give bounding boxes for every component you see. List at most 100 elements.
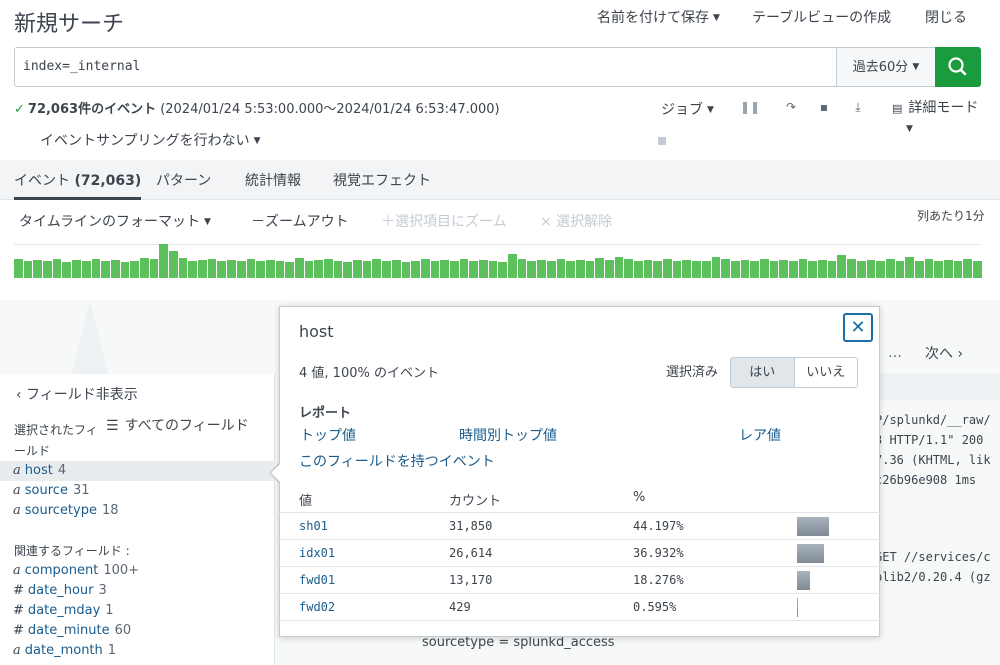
timeline-bar[interactable] [721, 259, 730, 278]
export-icon[interactable]: ⤓ [851, 100, 865, 114]
tab-events[interactable]: イベント (72,063) [14, 170, 142, 200]
timeline-bar[interactable] [498, 261, 508, 278]
timeline-bar[interactable] [43, 261, 52, 278]
create-table-view-button[interactable]: テーブルビューの作成 [752, 7, 891, 27]
timeline-bar[interactable] [101, 261, 110, 278]
timeline-bar[interactable] [479, 260, 488, 278]
timeline-bar[interactable] [488, 261, 498, 278]
timeline-bar[interactable] [779, 260, 788, 278]
search-bar[interactable]: index=_internal [14, 47, 837, 87]
timeline-bar[interactable] [914, 261, 924, 278]
timeline-bar[interactable] [963, 259, 973, 278]
share-icon[interactable]: ↷ [784, 100, 798, 114]
timeline-bar[interactable] [459, 259, 469, 278]
timeline-bar[interactable] [856, 261, 866, 278]
value-cell[interactable]: fwd01 [299, 573, 335, 587]
rare-values-link[interactable]: レア値 [739, 425, 781, 445]
timeline-bar[interactable] [595, 258, 604, 278]
job-menu[interactable]: ジョブ ▼ [661, 99, 714, 119]
timeline-bar[interactable] [91, 259, 101, 278]
events-with-field-link[interactable]: このフィールドを持つイベント [299, 451, 495, 471]
timeline-bar[interactable] [614, 256, 624, 278]
toggle-no-button[interactable]: いいえ [794, 358, 857, 387]
timeline-bar[interactable] [81, 261, 91, 278]
next-page-link[interactable]: 次へ › [925, 343, 963, 363]
table-row[interactable]: sh01 31,850 44.197% [279, 513, 880, 540]
timeline-bar[interactable] [837, 254, 847, 278]
timeline-bar[interactable] [789, 261, 798, 278]
timeline-bar[interactable] [692, 261, 701, 278]
timeline-bar[interactable] [663, 259, 672, 278]
timeline-bar[interactable] [198, 260, 207, 278]
timeline-bar[interactable] [527, 261, 537, 278]
timeline-bar[interactable] [265, 260, 275, 278]
timeline-bar[interactable] [866, 260, 876, 278]
timeline-bar[interactable] [149, 259, 159, 278]
value-cell[interactable]: fwd02 [299, 600, 335, 614]
tab-statistics[interactable]: 統計情報 [245, 170, 301, 190]
timeline-bar[interactable] [827, 261, 837, 278]
timeline-bar[interactable] [169, 250, 178, 278]
timeline-bar[interactable] [750, 261, 759, 278]
timeline-bar[interactable] [701, 261, 711, 278]
timeline-bar[interactable] [604, 260, 614, 278]
timeline-bar[interactable] [711, 256, 721, 278]
timeline-bar[interactable] [275, 261, 285, 278]
timeline-bar[interactable] [130, 261, 139, 278]
zoom-to-selection-button[interactable]: ＋選択項目にズーム [381, 211, 507, 231]
timeline-bar[interactable] [353, 260, 362, 278]
event-sourcetype-field[interactable]: sourcetype = splunkd_access [422, 635, 615, 650]
timeline-chart[interactable] [14, 244, 982, 278]
timeline-bar[interactable] [52, 259, 62, 278]
pause-icon[interactable]: ❚❚ [740, 100, 760, 114]
timeline-bar[interactable] [217, 261, 227, 278]
event-sampling-menu[interactable]: イベントサンプリングを行わない ▼ [40, 130, 261, 150]
timeline-bar[interactable] [236, 261, 246, 278]
timeline-bar[interactable] [818, 260, 827, 278]
timeline-bar[interactable] [139, 257, 149, 278]
close-icon[interactable]: ✕ [843, 313, 873, 342]
zoom-out-button[interactable]: －ズームアウト [251, 211, 349, 231]
timeline-bar[interactable] [178, 258, 188, 278]
timeline-bar[interactable] [14, 259, 23, 278]
field-item-date-hour[interactable]: # date_hour 3 [0, 581, 275, 601]
timeline-bar[interactable] [469, 261, 478, 278]
timeline-bar[interactable] [401, 261, 411, 278]
timeline-bar[interactable] [72, 260, 81, 278]
timeline-bar[interactable] [304, 261, 314, 278]
value-cell[interactable]: sh01 [299, 519, 328, 533]
timeline-bar[interactable] [808, 261, 818, 278]
timeline-bar[interactable] [740, 260, 750, 278]
field-item-date-mday[interactable]: # date_mday 1 [0, 601, 275, 621]
field-item-component[interactable]: a component 100+ [0, 561, 275, 581]
timeline-bar[interactable] [798, 259, 808, 278]
timeline-bar[interactable] [120, 261, 130, 278]
tab-patterns[interactable]: パターン [156, 170, 211, 190]
save-as-menu[interactable]: 名前を付けて保存 ▼ [597, 7, 720, 27]
timeline-bar[interactable] [372, 259, 382, 278]
timeline-bar[interactable] [847, 259, 856, 278]
timeline-bar[interactable] [159, 244, 168, 278]
timeline-bar[interactable] [33, 260, 43, 278]
timeline-bar[interactable] [624, 259, 633, 278]
timeline-bar[interactable] [449, 261, 459, 278]
timeline-bar[interactable] [895, 261, 905, 278]
field-item-source[interactable]: a source 31 [0, 481, 275, 501]
timeline-bar[interactable] [556, 259, 566, 278]
timeline-bar[interactable] [508, 254, 517, 278]
timeline-bar[interactable] [769, 261, 779, 278]
timeline-bar[interactable] [256, 261, 265, 278]
timeline-bar[interactable] [672, 261, 682, 278]
timeline-bar[interactable] [634, 261, 643, 278]
timeline-bar[interactable] [643, 260, 653, 278]
timeline-bar[interactable] [876, 261, 885, 278]
timeline-format-menu[interactable]: タイムラインのフォーマット ▼ [19, 211, 211, 231]
hide-fields-button[interactable]: ‹ フィールド非表示 [16, 384, 138, 404]
timeline-bar[interactable] [653, 261, 663, 278]
timeline-bar[interactable] [62, 261, 72, 278]
timeline-bar[interactable] [227, 260, 236, 278]
table-row[interactable]: idx01 26,614 36.932% [279, 540, 880, 567]
timeline-bar[interactable] [23, 261, 33, 278]
table-row[interactable]: fwd02 429 0.595% [279, 594, 880, 621]
timeline-bar[interactable] [391, 260, 401, 278]
